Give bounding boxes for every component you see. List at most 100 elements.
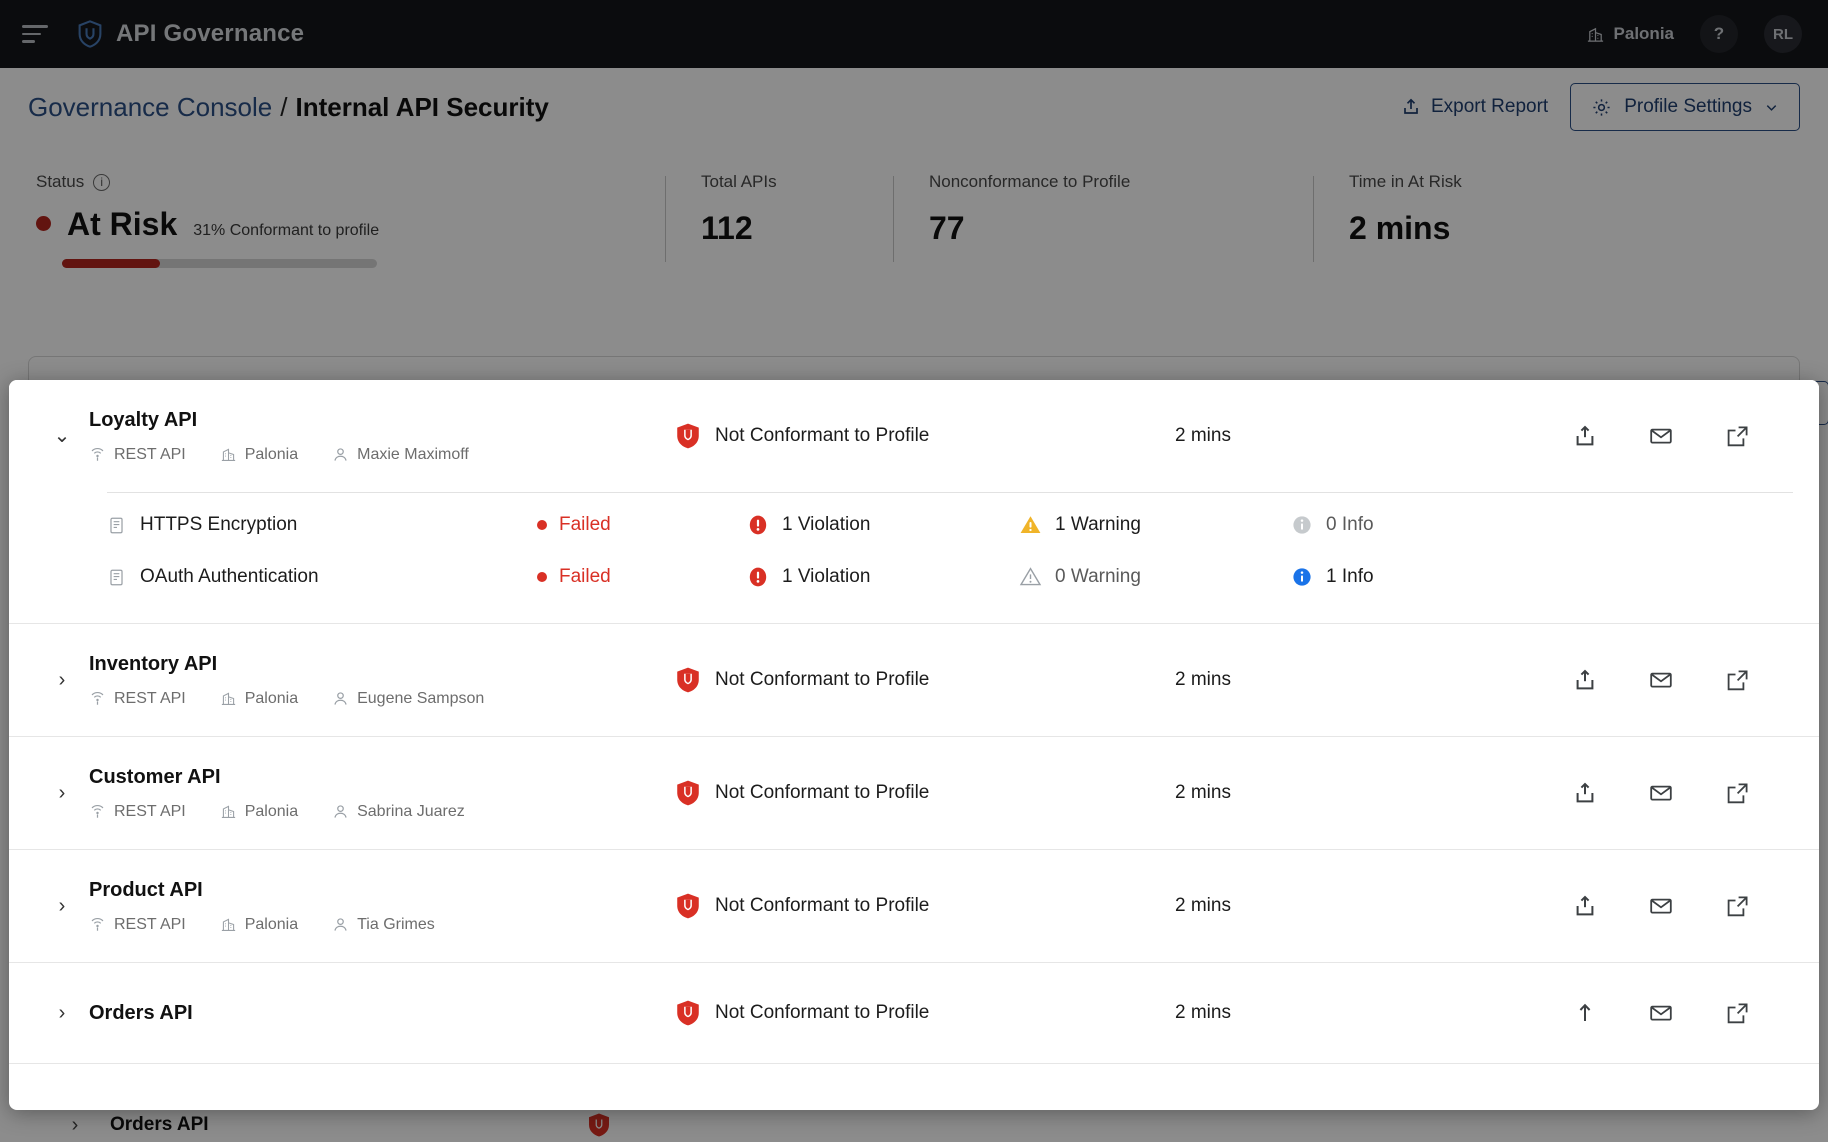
failed-status-dot xyxy=(537,572,547,582)
policy-check-result: Failed xyxy=(537,514,747,536)
api-meta-item: Palonia xyxy=(220,803,298,821)
api-identity: Loyalty API REST API Palonia Maxie Maxim… xyxy=(75,409,675,464)
policy-doc-icon xyxy=(107,516,126,535)
api-node-icon xyxy=(89,690,106,707)
info-icon-muted xyxy=(1291,514,1313,536)
user-icon xyxy=(332,916,349,933)
api-meta: REST API Palonia Maxie Maximoff xyxy=(89,446,675,464)
api-conformance-status: Not Conformant to Profile xyxy=(675,779,1175,807)
arrow-up-icon[interactable] xyxy=(1571,999,1599,1027)
api-conformance-status: Not Conformant to Profile xyxy=(675,892,1175,920)
building-icon xyxy=(220,446,237,463)
chevron-right-icon[interactable]: › xyxy=(49,896,75,916)
api-meta-label: Tia Grimes xyxy=(357,915,435,933)
api-row-actions xyxy=(1571,892,1793,920)
chevron-down-icon[interactable]: ⌄ xyxy=(49,426,75,446)
user-icon xyxy=(332,690,349,707)
warning-icon xyxy=(1019,514,1042,536)
api-identity: Customer API REST API Palonia Sabrina Ju… xyxy=(75,766,675,821)
warning-icon-muted xyxy=(1019,566,1042,588)
api-group: › Customer API REST API Palonia Sabrina … xyxy=(9,737,1819,850)
policy-check-name: HTTPS Encryption xyxy=(140,514,298,535)
share-icon[interactable] xyxy=(1571,892,1599,920)
shield-alert-icon xyxy=(675,422,701,450)
api-status-label: Not Conformant to Profile xyxy=(715,1002,930,1023)
table-row[interactable]: › Product API REST API Palonia Tia Grime… xyxy=(9,850,1819,962)
building-icon xyxy=(220,916,237,933)
mail-icon[interactable] xyxy=(1647,666,1675,694)
warning-count: 0 Warning xyxy=(1019,566,1291,588)
api-group: ⌄ Loyalty API REST API Palonia Maxie Max… xyxy=(9,380,1819,624)
chevron-right-icon[interactable]: › xyxy=(49,783,75,803)
shield-alert-icon xyxy=(675,892,701,920)
api-meta-item: Palonia xyxy=(220,690,298,708)
violation-count: 1 Violation xyxy=(747,566,1019,588)
api-meta-item: REST API xyxy=(89,916,186,934)
api-meta-label: Maxie Maximoff xyxy=(357,445,469,463)
chevron-right-icon[interactable]: › xyxy=(49,1003,75,1023)
external-link-icon[interactable] xyxy=(1723,422,1751,450)
api-meta-item: Sabrina Juarez xyxy=(332,803,465,821)
table-row[interactable]: › Inventory API REST API Palonia Eugene … xyxy=(9,624,1819,736)
api-row-actions xyxy=(1571,999,1793,1027)
mail-icon[interactable] xyxy=(1647,999,1675,1027)
user-icon xyxy=(332,803,349,820)
api-row-actions xyxy=(1571,779,1793,807)
warning-count-label: 0 Warning xyxy=(1055,566,1141,587)
policy-check-row[interactable]: OAuth Authentication Failed 1 Violation xyxy=(107,551,1793,603)
api-node-icon xyxy=(89,446,106,463)
api-identity: Inventory API REST API Palonia Eugene Sa… xyxy=(75,653,675,708)
mail-icon[interactable] xyxy=(1647,892,1675,920)
info-count: 1 Info xyxy=(1291,566,1563,588)
api-conformance-status: Not Conformant to Profile xyxy=(675,422,1175,450)
policy-check-row[interactable]: HTTPS Encryption Failed 1 Violation 1 Wa… xyxy=(107,499,1793,551)
policy-check-list: HTTPS Encryption Failed 1 Violation 1 Wa… xyxy=(9,492,1819,623)
table-row[interactable]: › Orders API Not Conformant to Profile 2… xyxy=(9,963,1819,1063)
api-meta: REST API Palonia Sabrina Juarez xyxy=(89,803,675,821)
policy-check-result-label: Failed xyxy=(559,514,611,535)
api-meta-label: Eugene Sampson xyxy=(357,689,485,707)
info-count-label: 0 Info xyxy=(1326,514,1374,535)
building-icon xyxy=(220,690,237,707)
policy-check-name-cell: OAuth Authentication xyxy=(107,566,537,588)
policy-check-result-label: Failed xyxy=(559,566,611,587)
api-name: Product API xyxy=(89,878,203,901)
info-count-label: 1 Info xyxy=(1326,566,1374,587)
violation-icon xyxy=(747,514,769,536)
api-node-icon xyxy=(89,916,106,933)
external-link-icon[interactable] xyxy=(1751,511,1793,539)
chevron-right-icon[interactable]: › xyxy=(49,670,75,690)
external-link-icon[interactable] xyxy=(1723,779,1751,807)
api-conformance-status: Not Conformant to Profile xyxy=(675,666,1175,694)
api-meta-label: REST API xyxy=(114,915,186,933)
api-time-at-risk: 2 mins xyxy=(1175,1002,1231,1023)
share-icon[interactable] xyxy=(1571,422,1599,450)
external-link-icon[interactable] xyxy=(1723,892,1751,920)
api-meta-label: Palonia xyxy=(244,689,299,707)
external-link-icon[interactable] xyxy=(1751,563,1793,591)
api-group: › Inventory API REST API Palonia Eugene … xyxy=(9,624,1819,737)
api-status-label: Not Conformant to Profile xyxy=(715,669,930,690)
info-icon xyxy=(1291,566,1313,588)
table-row[interactable]: ⌄ Loyalty API REST API Palonia Maxie Max… xyxy=(9,380,1819,492)
table-row[interactable]: › Customer API REST API Palonia Sabrina … xyxy=(9,737,1819,849)
api-time-at-risk: 2 mins xyxy=(1175,669,1231,690)
share-icon[interactable] xyxy=(1571,779,1599,807)
share-icon[interactable] xyxy=(1571,666,1599,694)
api-group: › Product API REST API Palonia Tia Grime… xyxy=(9,850,1819,963)
api-row-actions xyxy=(1571,422,1793,450)
mail-icon[interactable] xyxy=(1647,422,1675,450)
api-name: Loyalty API xyxy=(89,408,198,431)
building-icon xyxy=(220,803,237,820)
external-link-icon[interactable] xyxy=(1723,666,1751,694)
app-root: API Governance Palonia ? RL Governance C… xyxy=(0,0,1828,1142)
api-meta-label: REST API xyxy=(114,689,186,707)
api-name: Orders API xyxy=(89,1001,193,1024)
violation-count-label: 1 Violation xyxy=(782,566,871,587)
api-meta-label: REST API xyxy=(114,445,186,463)
mail-icon[interactable] xyxy=(1647,779,1675,807)
warning-count-label: 1 Warning xyxy=(1055,514,1141,535)
external-link-icon[interactable] xyxy=(1723,999,1751,1027)
api-status-label: Not Conformant to Profile xyxy=(715,425,930,446)
violation-count-label: 1 Violation xyxy=(782,514,871,535)
